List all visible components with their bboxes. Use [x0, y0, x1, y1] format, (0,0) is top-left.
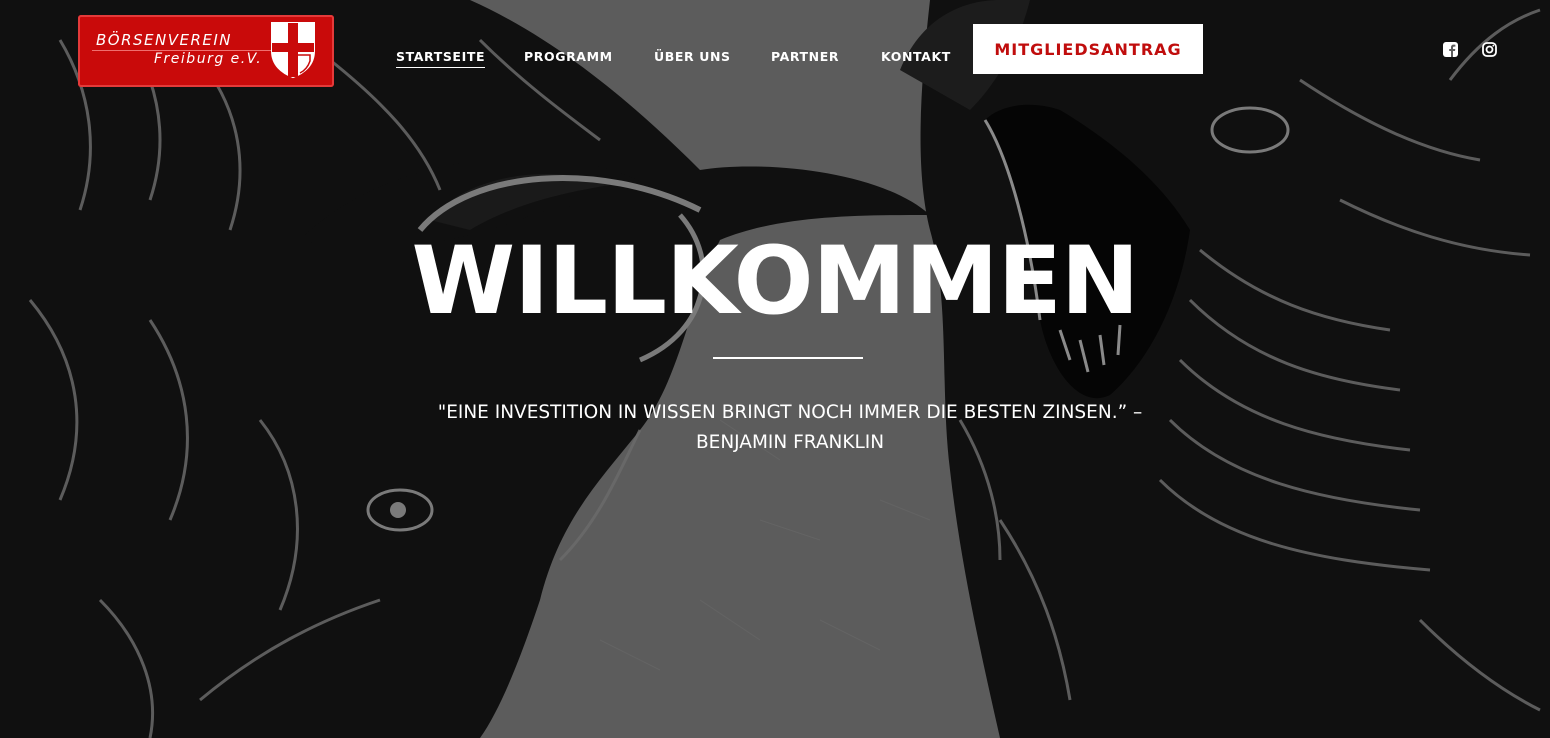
title-divider [713, 357, 863, 359]
hero-quote: "EINE INVESTITION IN WISSEN BRINGT NOCH … [420, 398, 1160, 458]
nav-item-kontakt[interactable]: KONTAKT [881, 49, 951, 64]
bull-bear-background-image [0, 0, 1550, 738]
nav-item-partner[interactable]: PARTNER [771, 49, 839, 64]
quote-author: BENJAMIN FRANKLIN [695, 432, 885, 453]
crest-icon [271, 22, 315, 79]
brand-logo[interactable]: BÖRSENVEREIN Freiburg e.V. [78, 15, 334, 87]
nav-item-startseite[interactable]: STARTSEITE [396, 49, 486, 68]
page-title: WILLKOMMEN [411, 227, 1140, 336]
membership-application-button[interactable]: MITGLIEDSANTRAG [973, 24, 1203, 74]
nav-item-ueber-uns[interactable]: ÜBER UNS [654, 49, 731, 64]
logo-name-line2: Freiburg e.V. [154, 51, 263, 67]
hero-section: BÖRSENVEREIN Freiburg e.V. STARTSEITE PR… [0, 0, 1550, 738]
quote-line-1: "EINE INVESTITION IN WISSEN BRINGT NOCH … [437, 402, 1143, 423]
nav-item-programm[interactable]: PROGRAMM [524, 49, 613, 64]
logo-name-line1: BÖRSENVEREIN [96, 31, 233, 49]
instagram-icon[interactable] [1482, 42, 1497, 57]
facebook-icon[interactable] [1443, 42, 1458, 57]
